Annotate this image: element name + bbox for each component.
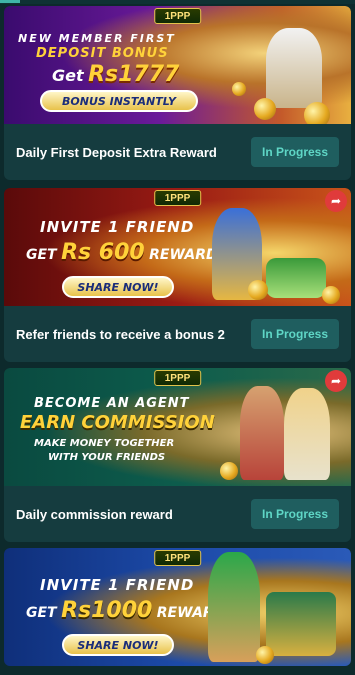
promo-card-invite-1000[interactable]: 1PPP INVITE 1 FRIEND GET Rs1000 REWARD S…	[4, 548, 351, 666]
reward-label: Daily commission reward	[16, 506, 173, 522]
promo-card-first-deposit[interactable]: 1PPP NEW MEMBER FIRST DEPOSIT BONUS Get …	[4, 6, 351, 180]
promo-character-image	[240, 386, 284, 480]
reward-row-commission: Daily commission reward In Progress	[4, 486, 351, 542]
banner-line-1: BECOME AN AGENT	[34, 396, 190, 411]
coin-decoration	[322, 286, 340, 304]
top-bar	[0, 0, 355, 4]
banner-line-4: WITH YOUR FRIENDS	[48, 452, 166, 463]
banner-line-3: MAKE MONEY TOGETHER	[34, 438, 175, 449]
in-progress-button[interactable]: In Progress	[251, 499, 339, 529]
banner-line-2: DEPOSIT BONUS	[36, 46, 169, 61]
reward-row-first-deposit: Daily First Deposit Extra Reward In Prog…	[4, 124, 351, 180]
reward-label: Daily First Deposit Extra Reward	[16, 144, 217, 160]
share-icon[interactable]: ➦	[325, 190, 347, 212]
banner-reward-amount: Rs 600	[61, 240, 145, 265]
bonus-instantly-button[interactable]: BONUS INSTANTLY	[40, 90, 198, 112]
banner-line-2-prefix: GET	[26, 247, 57, 263]
banner-reward-amount: Rs1000	[61, 598, 153, 623]
reward-label: Refer friends to receive a bonus 2	[16, 326, 225, 342]
promo-character-image	[284, 388, 330, 480]
promo-banner-invite-600[interactable]: 1PPP ➦ INVITE 1 FRIEND GET Rs 600 REWARD…	[4, 188, 351, 306]
brand-logo: 1PPP	[153, 190, 202, 206]
promo-character-image	[266, 28, 322, 108]
promo-card-invite-600[interactable]: 1PPP ➦ INVITE 1 FRIEND GET Rs 600 REWARD…	[4, 188, 351, 362]
coin-decoration	[232, 82, 246, 96]
banner-bonus-amount: Rs1777	[88, 62, 180, 87]
banner-line-2: EARN COMMISSION	[20, 412, 215, 433]
promo-banner-agent[interactable]: 1PPP ➦ BECOME AN AGENT EARN COMMISSION M…	[4, 368, 351, 486]
promo-character-image	[208, 552, 260, 662]
promo-banner-invite-1000[interactable]: 1PPP INVITE 1 FRIEND GET Rs1000 REWARD S…	[4, 548, 351, 666]
banner-line-2-prefix: GET	[26, 605, 57, 621]
brand-logo: 1PPP	[153, 550, 202, 566]
banner-line-3-prefix: Get	[52, 66, 84, 85]
coin-decoration	[256, 646, 274, 664]
coin-decoration	[220, 462, 238, 480]
coin-decoration	[266, 592, 336, 656]
share-now-button[interactable]: SHARE NOW!	[62, 634, 174, 656]
brand-logo: 1PPP	[153, 8, 202, 24]
coin-decoration	[304, 102, 330, 124]
in-progress-button[interactable]: In Progress	[251, 137, 339, 167]
banner-line-2-suffix: REWARD	[149, 247, 218, 263]
promo-card-agent[interactable]: 1PPP ➦ BECOME AN AGENT EARN COMMISSION M…	[4, 368, 351, 542]
coin-decoration	[254, 98, 276, 120]
banner-line-1: INVITE 1 FRIEND	[40, 218, 195, 236]
brand-logo: 1PPP	[153, 370, 202, 386]
in-progress-button[interactable]: In Progress	[251, 319, 339, 349]
coin-decoration	[266, 258, 326, 298]
share-now-button[interactable]: SHARE NOW!	[62, 276, 174, 298]
promo-banner-first-deposit[interactable]: 1PPP NEW MEMBER FIRST DEPOSIT BONUS Get …	[4, 6, 351, 124]
reward-row-refer-friends: Refer friends to receive a bonus 2 In Pr…	[4, 306, 351, 362]
top-tab-indicator	[0, 0, 20, 3]
banner-line-1: INVITE 1 FRIEND	[40, 576, 195, 594]
coin-decoration	[248, 280, 268, 300]
banner-line-1: NEW MEMBER FIRST	[18, 32, 176, 45]
share-icon[interactable]: ➦	[325, 370, 347, 392]
